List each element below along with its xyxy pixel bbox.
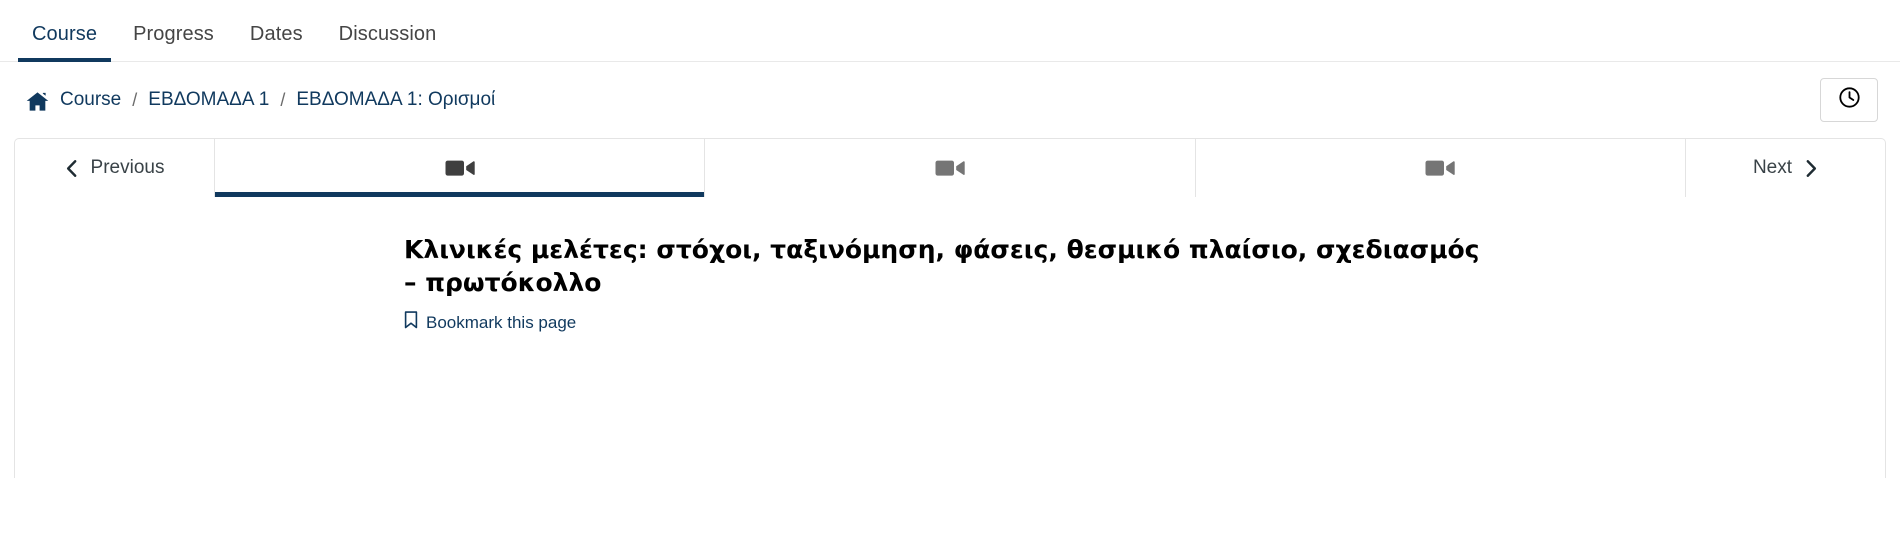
breadcrumb-row: Course / ΕΒΔΟΜΑΔΑ 1 / ΕΒΔΟΜΑΔΑ 1: Ορισμο…	[0, 62, 1900, 138]
tab-course-label: Course	[32, 23, 98, 45]
unit-navigation-shell: Previous Next	[14, 138, 1886, 197]
breadcrumb-item-course[interactable]: Course	[60, 89, 121, 111]
tab-progress[interactable]: Progress	[115, 24, 232, 61]
breadcrumb-separator: /	[132, 89, 138, 110]
tab-discussion[interactable]: Discussion	[321, 24, 455, 61]
tab-course[interactable]: Course	[14, 23, 115, 62]
course-tab-bar: Course Progress Dates Discussion	[0, 0, 1900, 62]
tab-dates[interactable]: Dates	[232, 24, 321, 61]
next-button[interactable]: Next	[1685, 139, 1885, 197]
page-title: Κλινικές μελέτες: στόχοι, ταξινόμηση, φά…	[404, 235, 1480, 297]
video-camera-icon	[445, 157, 475, 179]
bookmark-label: Bookmark this page	[426, 312, 577, 332]
breadcrumb-item-week1[interactable]: ΕΒΔΟΜΑΔΑ 1	[148, 89, 269, 111]
chevron-left-icon	[65, 159, 78, 178]
previous-button-label: Previous	[90, 157, 165, 178]
unit-tab-3[interactable]	[1196, 139, 1685, 197]
unit-content-area: Κλινικές μελέτες: στόχοι, ταξινόμηση, φά…	[14, 197, 1886, 478]
breadcrumb-separator: /	[280, 89, 286, 110]
unit-navigation-bar: Previous Next	[15, 139, 1885, 197]
course-history-button[interactable]	[1820, 78, 1878, 122]
home-icon[interactable]	[26, 91, 49, 112]
breadcrumb-item-current: ΕΒΔΟΜΑΔΑ 1: Ορισμοί	[296, 89, 496, 110]
next-button-label: Next	[1752, 157, 1793, 178]
bookmark-icon	[404, 311, 418, 334]
tab-progress-label: Progress	[133, 23, 214, 45]
tab-dates-label: Dates	[249, 23, 303, 45]
bookmark-this-page-button[interactable]: Bookmark this page	[404, 311, 576, 334]
chevron-right-icon	[1805, 159, 1818, 178]
unit-tab-2[interactable]	[705, 139, 1196, 197]
sequence-block: Κλινικές μελέτες: στόχοι, ταξινόμηση, φά…	[390, 233, 1510, 334]
previous-button[interactable]: Previous	[15, 139, 215, 197]
video-camera-icon	[1425, 157, 1456, 179]
tab-discussion-label: Discussion	[338, 23, 437, 45]
unit-tab-1[interactable]	[215, 139, 706, 197]
video-camera-icon	[935, 157, 965, 179]
unit-tab-list	[215, 139, 1685, 197]
clock-icon	[1838, 86, 1861, 114]
breadcrumb: Course / ΕΒΔΟΜΑΔΑ 1 / ΕΒΔΟΜΑΔΑ 1: Ορισμο…	[26, 89, 495, 111]
